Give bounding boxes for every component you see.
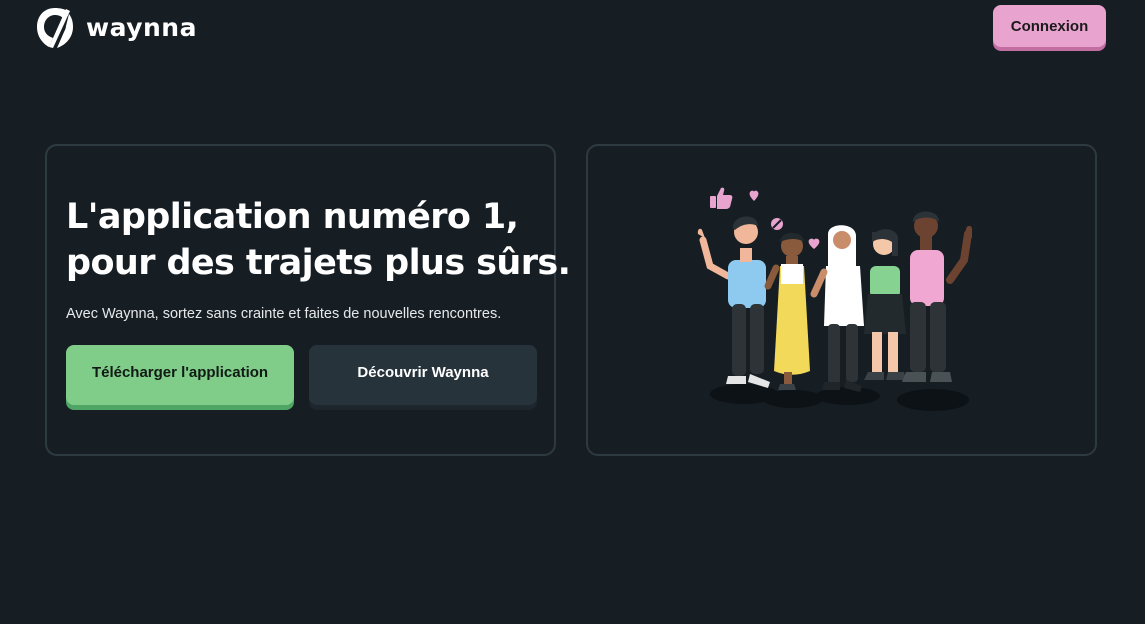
login-button[interactable]: Connexion <box>993 5 1106 47</box>
download-app-button[interactable]: Télécharger l'application <box>66 345 294 405</box>
hero-title-line-1: L'application numéro 1, <box>66 197 519 237</box>
person-blue-shirt <box>697 216 770 388</box>
illustration-card <box>586 144 1097 456</box>
landing-page: waynna Connexion L'application numéro 1,… <box>0 0 1145 624</box>
waynna-logo-icon <box>37 8 73 48</box>
person-green-top <box>864 229 906 380</box>
brand-logo[interactable]: waynna <box>36 6 197 50</box>
thumbs-up-icon <box>710 187 733 209</box>
heart-icon <box>749 190 759 201</box>
person-yellow-dress <box>764 233 810 390</box>
no-entry-icon <box>771 218 783 230</box>
hero-title-line-2: pour des trajets plus sûrs. <box>66 243 571 283</box>
hero-card: L'application numéro 1, pour des trajets… <box>45 144 571 456</box>
group-of-friends-illustration <box>697 187 972 411</box>
discover-waynna-button[interactable]: Découvrir Waynna <box>309 345 537 405</box>
person-hijab <box>810 225 864 392</box>
hero-subtitle: Avec Waynna, sortez sans crainte et fait… <box>66 306 502 322</box>
heart-icon-small <box>808 238 820 249</box>
hero-title: L'application numéro 1, pour des trajets… <box>66 194 571 286</box>
person-pink-tank <box>902 211 972 382</box>
brand-name: waynna <box>86 12 197 42</box>
